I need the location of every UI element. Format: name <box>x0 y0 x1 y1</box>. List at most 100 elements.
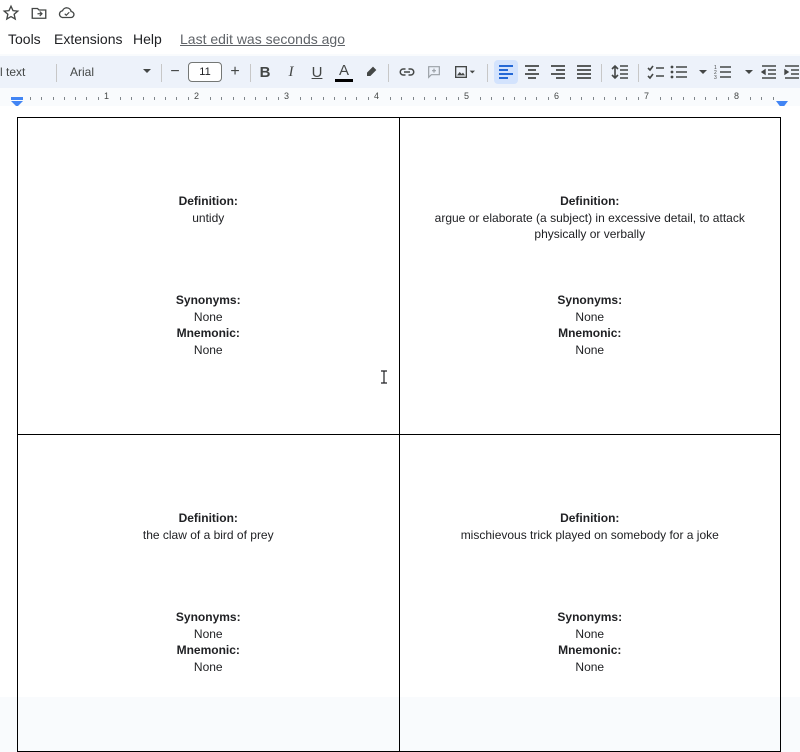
text-color-button[interactable]: A <box>333 60 355 84</box>
ruler-tick <box>401 97 403 100</box>
flashcard-table: Definition: untidy Synonyms: None Mnemon… <box>17 117 781 752</box>
separator <box>250 64 251 82</box>
mnemonic-label: Mnemonic: <box>558 643 622 657</box>
synonyms-text: None <box>575 626 605 641</box>
add-comment-icon[interactable] <box>423 60 445 84</box>
synonyms-label: Synonyms: <box>557 293 623 307</box>
last-edit-link[interactable]: Last edit was seconds ago <box>180 31 345 47</box>
chevron-down-icon <box>142 65 152 79</box>
ruler-tick <box>165 97 166 100</box>
synonyms-mnemonic-block: Synonyms: None Mnemonic: None <box>400 292 781 358</box>
definition-block: Definition: argue or elaborate (a subjec… <box>400 193 781 243</box>
style-dropdown-label: l text <box>0 65 26 79</box>
ruler-tick <box>210 97 211 100</box>
menu-tools[interactable]: Tools <box>8 31 41 47</box>
synonyms-text: None <box>575 309 605 324</box>
decrease-font-size-button[interactable]: − <box>164 60 186 84</box>
ruler-number: 5 <box>464 91 470 101</box>
top-icon-bar <box>0 0 800 28</box>
ruler-tick <box>75 97 76 100</box>
bulleted-list-icon[interactable] <box>670 60 708 84</box>
bold-button[interactable]: B <box>254 60 276 84</box>
definition-label: Definition: <box>560 511 620 525</box>
justify-icon[interactable] <box>572 60 596 84</box>
link-icon[interactable] <box>396 60 418 84</box>
definition-text: argue or elaborate (a subject) in excess… <box>434 210 745 242</box>
ruler-tick <box>300 97 301 100</box>
ruler-tick <box>513 97 515 100</box>
ruler-tick <box>682 97 684 100</box>
font-dropdown-label: Arial <box>70 65 95 79</box>
ruler-tick <box>266 97 268 100</box>
separator <box>638 64 639 82</box>
ruler-tick <box>502 97 504 100</box>
ruler-tick <box>525 97 526 100</box>
text-cursor-icon <box>380 370 390 384</box>
flashcard-cell[interactable]: Definition: mischievous trick played on … <box>398 434 781 752</box>
increase-font-size-button[interactable]: + <box>224 60 246 84</box>
ruler-tick <box>232 97 234 100</box>
ruler-tick <box>761 97 763 100</box>
definition-text: mischievous trick played on somebody for… <box>460 527 719 542</box>
menu-extensions[interactable]: Extensions <box>54 31 122 47</box>
synonyms-mnemonic-block: Synonyms: None Mnemonic: None <box>400 609 781 675</box>
ruler-tick <box>423 97 425 100</box>
ruler-tick <box>603 97 605 100</box>
toolbar: l text Arial − + B I U A 1 2 3 <box>0 56 800 88</box>
ruler-tick <box>277 97 279 100</box>
ruler-tick <box>41 97 43 100</box>
synonyms-label: Synonyms: <box>557 610 623 624</box>
ruler-tick <box>457 97 459 100</box>
align-right-icon[interactable] <box>546 60 570 84</box>
flashcard-cell[interactable]: Definition: the claw of a bird of prey S… <box>17 434 400 752</box>
move-to-folder-icon[interactable] <box>30 4 50 24</box>
synonyms-text: None <box>193 309 223 324</box>
star-icon[interactable] <box>2 4 22 24</box>
ruler: 1 2 3 4 5 6 7 8 <box>0 90 800 109</box>
insert-image-icon[interactable] <box>450 60 480 84</box>
ruler-tick <box>570 97 571 100</box>
font-dropdown[interactable]: Arial <box>64 60 158 84</box>
align-left-icon[interactable] <box>494 60 518 84</box>
definition-label: Definition: <box>560 194 620 208</box>
mnemonic-label: Mnemonic: <box>558 326 622 340</box>
ruler-tick <box>615 97 616 100</box>
ruler-tick <box>52 97 54 100</box>
separator <box>601 64 602 82</box>
style-dropdown[interactable]: l text <box>0 60 52 84</box>
ruler-tick <box>86 97 88 100</box>
highlight-icon[interactable] <box>360 60 382 84</box>
font-size-input[interactable]: 11 <box>188 62 222 82</box>
menu-bar: Tools Extensions Help Last edit was seco… <box>0 28 800 54</box>
synonyms-label: Synonyms: <box>175 293 241 307</box>
separator <box>487 64 488 82</box>
ruler-number: 3 <box>284 91 290 101</box>
line-spacing-icon[interactable] <box>608 60 632 84</box>
synonyms-text: None <box>193 626 223 641</box>
synonyms-mnemonic-block: Synonyms: None Mnemonic: None <box>18 609 399 675</box>
underline-button[interactable]: U <box>306 60 328 84</box>
text-color-label: A <box>338 61 349 79</box>
menu-help[interactable]: Help <box>133 31 162 47</box>
flashcard-cell[interactable]: Definition: untidy Synonyms: None Mnemon… <box>17 117 400 435</box>
italic-button[interactable]: I <box>280 60 302 84</box>
ruler-tick <box>187 97 189 100</box>
increase-indent-icon[interactable] <box>784 60 800 84</box>
flashcard-cell[interactable]: Definition: argue or elaborate (a subjec… <box>398 117 781 435</box>
ruler-tick <box>727 97 729 100</box>
definition-text: untidy <box>192 210 225 225</box>
align-center-icon[interactable] <box>520 60 544 84</box>
ruler-number: 6 <box>554 91 560 101</box>
definition-label: Definition: <box>178 511 238 525</box>
text-color-swatch <box>335 78 353 82</box>
ruler-tick <box>345 97 346 100</box>
decrease-indent-icon[interactable] <box>758 60 780 84</box>
ruler-tick <box>412 97 414 100</box>
checklist-icon[interactable] <box>644 60 668 84</box>
ruler-tick <box>750 97 751 100</box>
ruler-tick <box>581 97 583 100</box>
ruler-tick <box>131 97 133 100</box>
cloud-saved-icon[interactable] <box>58 4 78 24</box>
numbered-list-icon[interactable]: 123 <box>714 60 754 84</box>
ruler-tick <box>322 97 324 100</box>
